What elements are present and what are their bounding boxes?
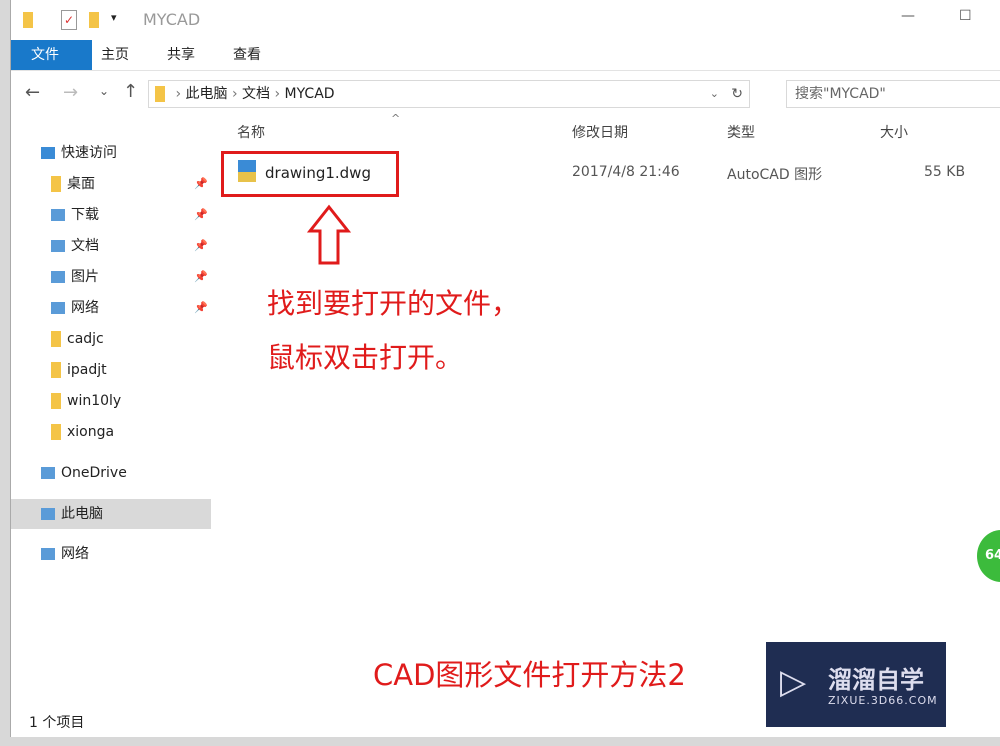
computer-icon bbox=[41, 508, 55, 520]
sidebar-item-label: OneDrive bbox=[61, 465, 127, 481]
annotation-line-2: 鼠标双击打开。 bbox=[267, 341, 464, 374]
folder-icon bbox=[51, 176, 61, 192]
sidebar-item-label: 此电脑 bbox=[61, 506, 103, 522]
folder-icon bbox=[51, 393, 61, 409]
file-date: 2017/4/8 21:46 bbox=[572, 164, 680, 180]
document-icon bbox=[51, 240, 65, 252]
file-size: 55 KB bbox=[924, 164, 966, 180]
sidebar-item[interactable]: 快速访问 bbox=[11, 138, 211, 168]
sidebar-item[interactable]: xionga bbox=[11, 417, 211, 447]
sidebar-item[interactable]: 桌面 📌 bbox=[11, 169, 211, 199]
annotation-line-1: 找到要打开的文件， bbox=[267, 287, 520, 320]
minimize-button[interactable]: — bbox=[901, 8, 915, 24]
status-bar-text: 1 个项目 bbox=[29, 715, 85, 731]
qat-dropdown-icon[interactable]: ▾ bbox=[111, 11, 117, 24]
sidebar-item[interactable]: 文档 📌 bbox=[11, 231, 211, 261]
sidebar-item-label: cadjc bbox=[67, 331, 104, 347]
sidebar-item-label: 快速访问 bbox=[61, 145, 117, 161]
recent-dropdown-icon[interactable]: ⌄ bbox=[99, 84, 109, 98]
play-icon: ▷ bbox=[780, 662, 807, 702]
tab-share[interactable]: 共享 bbox=[147, 40, 215, 70]
sidebar-item[interactable]: win10ly bbox=[11, 386, 211, 416]
star-icon bbox=[41, 147, 55, 159]
arrow-up-icon bbox=[307, 204, 351, 265]
window-title: MYCAD bbox=[143, 10, 201, 29]
breadcrumb-item[interactable]: 文档 bbox=[242, 86, 270, 102]
folder-icon bbox=[23, 12, 33, 28]
search-input[interactable]: 搜索"MYCAD" bbox=[786, 80, 1000, 108]
sidebar-item-label: xionga bbox=[67, 424, 115, 440]
sidebar-item[interactable]: 网络 bbox=[11, 539, 211, 569]
pin-icon[interactable]: 📌 bbox=[194, 231, 208, 261]
address-dropdown-icon[interactable]: ⌄ bbox=[710, 81, 719, 107]
folder-icon bbox=[51, 331, 61, 347]
breadcrumb-item[interactable]: MYCAD bbox=[285, 86, 335, 102]
sidebar-item-label: win10ly bbox=[67, 393, 122, 409]
refresh-icon[interactable]: ↻ bbox=[731, 81, 743, 107]
sidebar-item-label: 网络 bbox=[61, 546, 89, 562]
download-icon bbox=[51, 209, 65, 221]
network-icon bbox=[51, 302, 65, 314]
forward-button[interactable]: → bbox=[63, 82, 78, 103]
sidebar-item-label: 网络 bbox=[71, 300, 99, 316]
pin-icon[interactable]: 📌 bbox=[194, 200, 208, 230]
folder-icon bbox=[155, 86, 165, 102]
pin-icon[interactable]: 📌 bbox=[194, 293, 208, 323]
network-icon bbox=[41, 548, 55, 560]
address-input[interactable]: › 此电脑 › 文档 › MYCAD ⌄ ↻ bbox=[148, 80, 750, 108]
watermark-url: ZIXUE.3D66.COM bbox=[828, 694, 938, 707]
sidebar-item[interactable]: ipadjt bbox=[11, 355, 211, 385]
highlight-box bbox=[221, 151, 399, 197]
sort-ascending-icon: ^ bbox=[391, 112, 401, 125]
folder-icon bbox=[51, 362, 61, 378]
watermark-name: 溜溜自学 bbox=[828, 666, 924, 694]
sidebar-item[interactable]: 网络 📌 bbox=[11, 293, 211, 323]
column-header-name[interactable]: 名称 bbox=[237, 122, 265, 142]
up-button[interactable]: ↑ bbox=[123, 81, 138, 102]
sidebar-item-label: 桌面 bbox=[67, 176, 95, 192]
cloud-icon bbox=[41, 467, 55, 479]
picture-icon bbox=[51, 271, 65, 283]
back-button[interactable]: ← bbox=[25, 82, 40, 103]
watermark-logo: ▷ 溜溜自学 ZIXUE.3D66.COM bbox=[766, 642, 946, 727]
properties-icon[interactable]: ✓ bbox=[61, 10, 77, 30]
tab-file[interactable]: 文件 bbox=[11, 40, 92, 70]
new-folder-icon[interactable] bbox=[89, 12, 99, 28]
folder-icon bbox=[51, 424, 61, 440]
breadcrumb-item[interactable]: 此电脑 bbox=[186, 86, 228, 102]
sidebar-item[interactable]: 下载 📌 bbox=[11, 200, 211, 230]
sidebar-item-label: 图片 bbox=[71, 269, 99, 285]
sidebar-item[interactable]: OneDrive bbox=[11, 458, 211, 488]
maximize-button[interactable]: ☐ bbox=[959, 8, 972, 24]
tab-home[interactable]: 主页 bbox=[81, 40, 149, 70]
explorer-window: ✓ ▾ MYCAD — ☐ 文件 主页 共享 查看 ← → ⌄ ↑ › 此电脑 … bbox=[10, 0, 1000, 737]
column-header-date[interactable]: 修改日期 bbox=[572, 122, 628, 142]
address-bar-row: ← → ⌄ ↑ › 此电脑 › 文档 › MYCAD ⌄ ↻ 搜索"MYCAD" bbox=[11, 72, 1000, 114]
pin-icon[interactable]: 📌 bbox=[194, 262, 208, 292]
title-bar: ✓ ▾ MYCAD — ☐ bbox=[11, 0, 1000, 40]
file-type: AutoCAD 图形 bbox=[727, 167, 823, 183]
sidebar-item[interactable]: 此电脑 bbox=[11, 499, 211, 529]
sidebar-item[interactable]: cadjc bbox=[11, 324, 211, 354]
navigation-pane: 快速访问桌面 📌 下载 📌 文档 📌 图片 📌 网络 📌 cadjc ipadjt win10ly xio… bbox=[11, 120, 211, 700]
column-header-type[interactable]: 类型 bbox=[727, 122, 755, 142]
sidebar-item[interactable]: 图片 📌 bbox=[11, 262, 211, 292]
ribbon: 文件 主页 共享 查看 bbox=[11, 40, 1000, 71]
sidebar-item-label: 下载 bbox=[71, 207, 99, 223]
caption: CAD图形文件打开方法2 bbox=[373, 658, 686, 692]
sidebar-item-label: ipadjt bbox=[67, 362, 107, 378]
pin-icon[interactable]: 📌 bbox=[194, 169, 208, 199]
column-header-size[interactable]: 大小 bbox=[880, 122, 908, 142]
badge[interactable]: 64 bbox=[977, 530, 1000, 582]
tab-view[interactable]: 查看 bbox=[213, 40, 281, 70]
sidebar-item-label: 文档 bbox=[71, 238, 99, 254]
